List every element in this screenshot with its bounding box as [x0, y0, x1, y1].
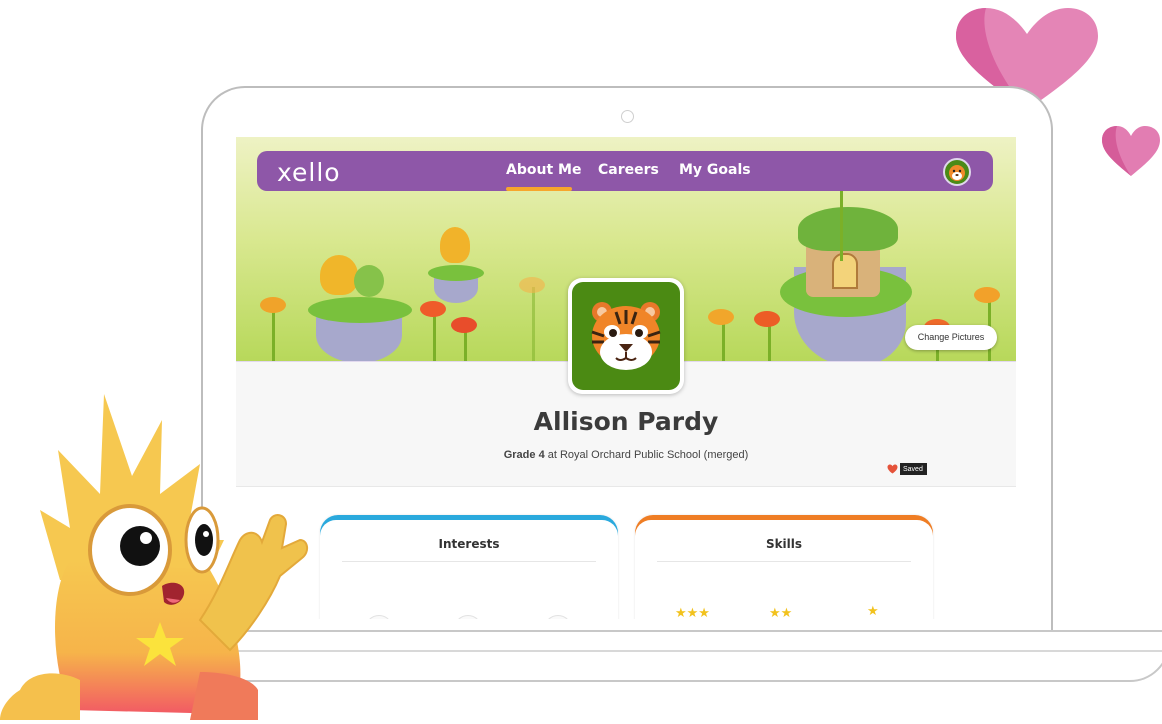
- laptop-base-line: [180, 650, 1162, 652]
- top-nav: xello About Me Careers My Goals: [257, 151, 993, 191]
- app-screen: xello About Me Careers My Goals Change P…: [236, 137, 1016, 619]
- grade-school-line: Grade 4 at Royal Orchard Public School (…: [236, 449, 1016, 461]
- heart-icon: [887, 464, 898, 474]
- star-icon: ★★★: [675, 605, 710, 619]
- profile-cards-area: Interests Skills ★★★ ★★ ★: [236, 486, 1016, 619]
- saved-label: Saved: [900, 463, 927, 475]
- interests-card[interactable]: Interests: [320, 515, 618, 619]
- skills-card-divider: [657, 561, 911, 562]
- star-icon: ★★: [769, 605, 793, 619]
- student-name: Allison Pardy: [533, 407, 719, 436]
- floating-island-house: [776, 207, 916, 362]
- skills-card[interactable]: Skills ★★★ ★★ ★: [635, 515, 933, 619]
- interests-card-body: [320, 520, 618, 619]
- tab-about-me[interactable]: About Me: [506, 162, 581, 178]
- tab-careers[interactable]: Careers: [598, 162, 659, 178]
- tiger-avatar-large-icon: [572, 282, 680, 390]
- laptop-camera: [621, 110, 634, 123]
- tiger-avatar-icon[interactable]: [943, 158, 971, 186]
- grade-label: Grade 4: [503, 449, 545, 461]
- school-label: at Royal Orchard Public School (merged): [544, 449, 749, 461]
- profile-avatar[interactable]: [568, 278, 684, 394]
- xello-logo[interactable]: xello: [277, 158, 341, 187]
- laptop-base: [170, 630, 1162, 682]
- tab-active-underline: [506, 187, 572, 191]
- heart-small-icon: [1102, 126, 1160, 176]
- skills-card-title: Skills: [765, 537, 803, 551]
- floating-island-left: [308, 255, 412, 362]
- floating-island-small: [428, 227, 484, 305]
- mascot-character: [0, 394, 308, 720]
- interests-card-title: Interests: [438, 537, 500, 551]
- interests-card-divider: [342, 561, 596, 562]
- tab-my-goals[interactable]: My Goals: [679, 162, 751, 178]
- banner-stem-tall: [840, 191, 843, 261]
- star-icon: ★: [867, 603, 879, 618]
- change-pictures-button[interactable]: Change Pictures: [905, 325, 997, 350]
